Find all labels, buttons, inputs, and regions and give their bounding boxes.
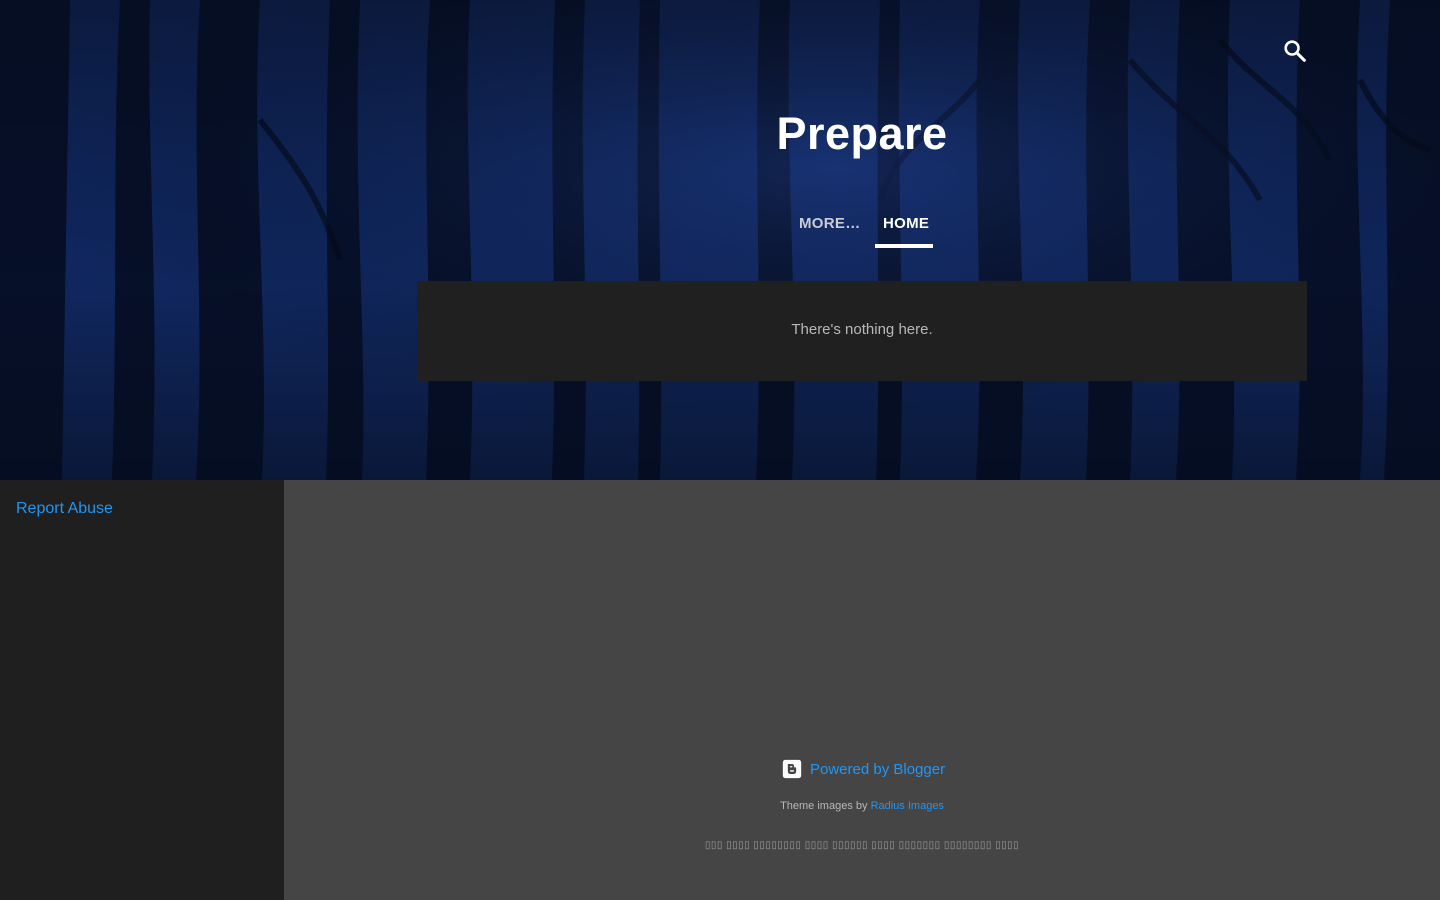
credits-prefix: Theme images by: [780, 800, 868, 812]
search-icon: [1284, 40, 1306, 62]
sidebar: Report Abuse: [0, 480, 284, 900]
header-hero: Prepare MORE… HOME There's nothing here.: [0, 0, 1440, 480]
nav-item-more[interactable]: MORE…: [791, 212, 869, 245]
powered-by-blogger-link[interactable]: Powered by Blogger: [782, 758, 945, 780]
content-panel: There's nothing here.: [417, 281, 1307, 381]
active-tab-indicator: [875, 244, 933, 248]
theme-credits: Theme images by Radius Images: [284, 800, 1440, 812]
footer-note: ▯▯▯ ▯▯▯▯ ▯▯▯▯▯▯▯▯ ▯▯▯▯ ▯▯▯▯▯▯ ▯▯▯▯ ▯▯▯▯▯…: [704, 840, 1020, 851]
nav-item-home[interactable]: HOME: [875, 212, 937, 245]
powered-by-label: Powered by Blogger: [810, 760, 946, 778]
page-nav: MORE… HOME: [0, 212, 1440, 252]
empty-message: There's nothing here.: [791, 321, 933, 338]
main-area: Powered by Blogger Theme images by Radiu…: [284, 480, 1440, 900]
search-button[interactable]: [1281, 37, 1309, 65]
radius-images-link[interactable]: Radius Images: [871, 800, 944, 812]
blogger-icon: [782, 759, 802, 779]
report-abuse-link[interactable]: Report Abuse: [16, 500, 113, 518]
blog-title[interactable]: Prepare: [0, 108, 1440, 160]
